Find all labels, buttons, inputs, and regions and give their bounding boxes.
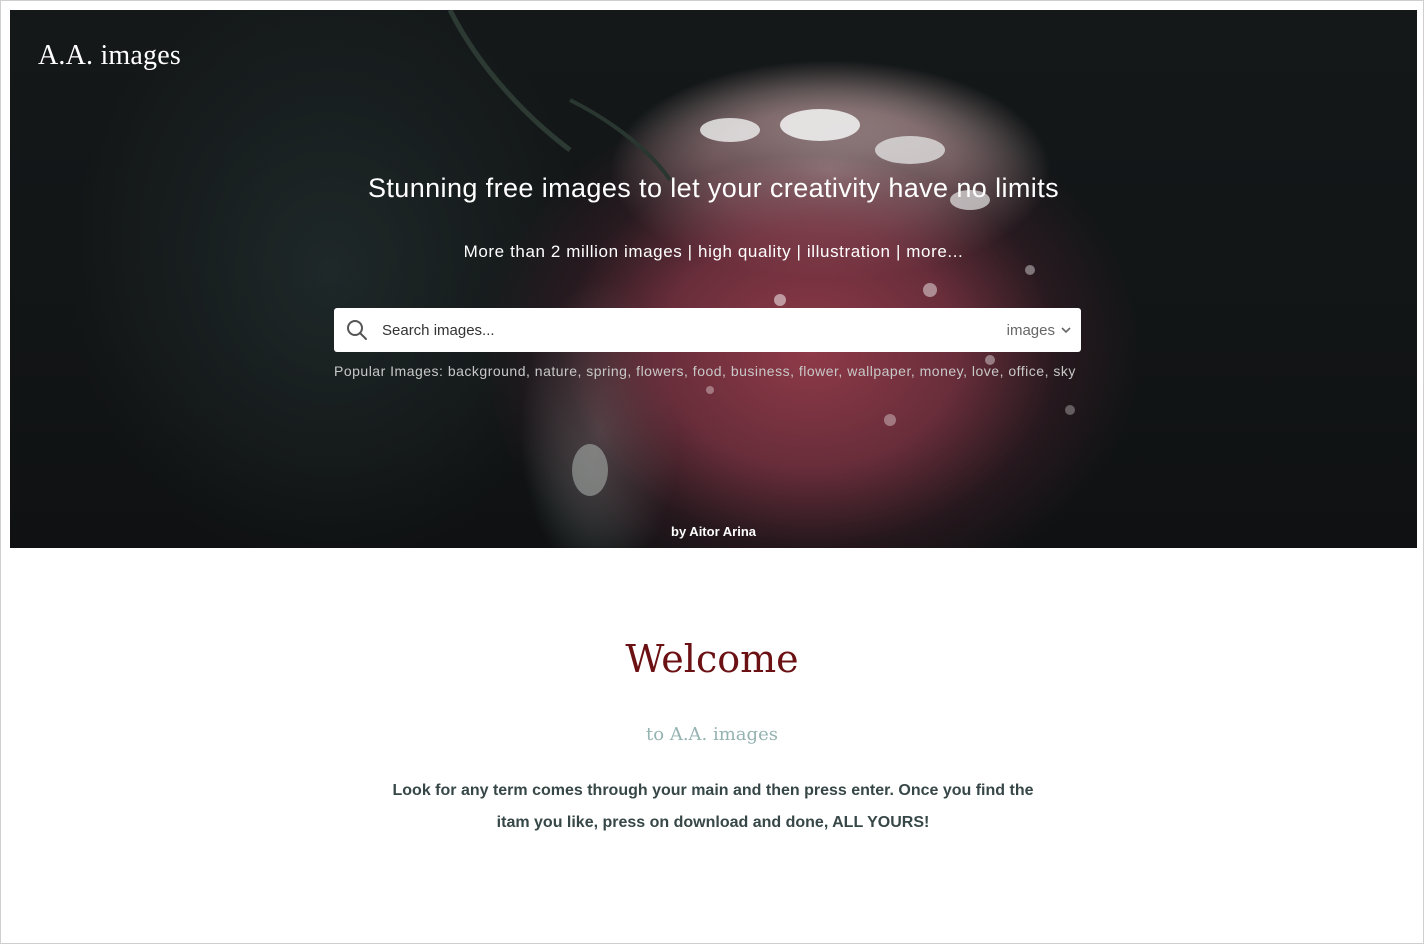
hero-title: Stunning free images to let your creativ… — [367, 173, 1059, 203]
site-logo[interactable]: A.A. images — [38, 40, 181, 72]
welcome-title: Welcome — [625, 637, 799, 681]
hero-banner: A.A. images Stunning free images to let … — [10, 10, 1417, 548]
hero-background-image — [447, 10, 1075, 496]
search-icon[interactable] — [334, 308, 380, 352]
welcome-instructions: Look for any term comes through your mai… — [392, 782, 1034, 831]
search-type-select[interactable]: images — [1007, 322, 1081, 339]
welcome-subtitle: to A.A. images — [646, 724, 778, 745]
search-type-value: images — [1006, 321, 1055, 339]
search-bar: images — [334, 308, 1081, 352]
search-input[interactable] — [380, 309, 1007, 351]
popular-label: Popular Images: — [334, 363, 444, 379]
popular-terms[interactable]: background, nature, spring, flowers, foo… — [448, 363, 1076, 379]
photo-credit[interactable]: by Aitor Arina — [10, 524, 1417, 539]
popular-images: Popular Images: background, nature, spri… — [334, 363, 1094, 379]
browser-viewport: A.A. images Stunning free images to let … — [0, 0, 1424, 944]
chevron-down-icon — [1061, 327, 1071, 334]
hero-subtitle: More than 2 million images | high qualit… — [463, 242, 964, 261]
